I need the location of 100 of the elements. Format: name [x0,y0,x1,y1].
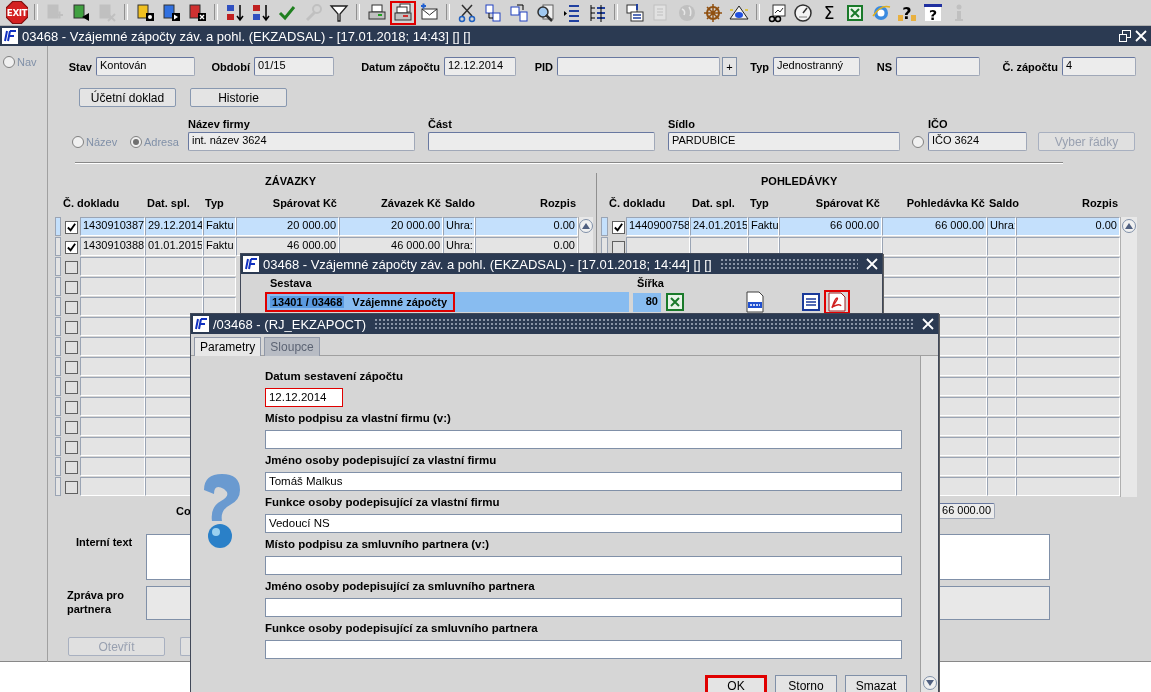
checkbox[interactable] [65,460,78,474]
table-cell: Faktu [203,217,236,236]
input-field[interactable]: IČO 3624 [928,132,1027,151]
row-marker[interactable] [55,217,61,236]
input-field[interactable]: Kontován [96,57,195,76]
scrollbar[interactable] [1120,217,1137,497]
input-field[interactable] [264,556,902,575]
document-cross-icon [187,2,207,23]
column-header: Pohledávka Kč [906,197,985,209]
row-marker[interactable] [55,337,61,356]
table-cell [80,377,145,396]
checkbox[interactable] [65,480,78,494]
exit-button[interactable]: EXIT [4,0,30,25]
search-icon [535,2,555,23]
row-marker[interactable] [55,417,61,436]
input-field[interactable] [896,57,980,76]
checkbox[interactable] [65,280,78,294]
report-row[interactable]: 13401 / 03468 Vzájemné zápočty [265,292,629,312]
row-marker[interactable] [55,397,61,416]
checkbox[interactable] [65,260,78,274]
filter-icon [329,2,349,23]
row-marker[interactable] [55,437,61,456]
restore-icon[interactable] [1119,30,1131,42]
row-marker[interactable] [55,277,61,296]
dialog-button[interactable]: Storno [775,675,837,692]
list-icon [561,2,581,23]
radio-button[interactable] [912,135,924,148]
checkbox[interactable] [611,220,625,234]
input-field[interactable]: 12.12.2014 [264,388,343,407]
input-field[interactable]: Jednostranný [773,57,860,76]
column-header: Závazek Kč [381,197,441,209]
action-button[interactable]: Účetní doklad [79,88,176,107]
printer-icon [367,2,387,23]
scroll-up-icon[interactable] [579,219,593,233]
checkbox[interactable] [65,320,78,334]
input-field[interactable] [428,132,655,151]
input-field[interactable]: 01/15 [254,57,334,76]
input-field[interactable]: PARDUBICE [668,132,900,151]
row-marker[interactable] [55,357,61,376]
table-cell [987,457,1016,476]
close-icon[interactable] [1135,30,1147,42]
checkbox[interactable] [611,240,625,254]
table-cell [987,357,1016,376]
table-cell: 20 000.00 [339,217,443,236]
window-title: /03468 - (RJ_EKZAPOCT) [213,316,367,332]
tab[interactable]: Parametry [194,337,262,356]
document-arrow-icon [71,2,91,23]
input-field[interactable]: 12.12.2014 [444,57,516,76]
row-marker[interactable] [601,217,608,236]
input-field[interactable] [264,598,902,617]
input-field[interactable] [557,57,720,76]
checkbox[interactable] [65,240,78,254]
width-field[interactable]: 80 [633,292,661,312]
table-cell [80,257,145,276]
row-marker[interactable] [55,237,61,256]
checkbox[interactable] [65,420,78,434]
scrollbar[interactable] [920,356,938,692]
action-button[interactable]: Historie [190,88,287,107]
row-marker[interactable] [55,377,61,396]
checkbox[interactable] [65,360,78,374]
close-icon[interactable] [866,258,878,270]
input-field[interactable]: Vedoucí NS [264,514,902,533]
export-button[interactable] [824,290,850,314]
input-field[interactable]: Tomáš Malkus [264,472,902,491]
import-icon [625,2,645,23]
row-marker[interactable] [55,317,61,336]
field-label: Funkce osoby podepisující za smluvního partnera [264,622,539,636]
input-field[interactable] [264,640,902,659]
table-title: ZÁVAZKY [265,175,317,187]
input-field[interactable] [264,430,902,449]
app-logo-icon [193,316,209,332]
field-label: Datum zápočtu [361,60,440,73]
print-report-button[interactable] [390,0,416,25]
scroll-down-icon[interactable] [922,676,937,690]
close-icon[interactable] [922,318,934,330]
checkbox[interactable] [65,380,78,394]
table-cell: 1430910387 [80,217,145,236]
totals-label: Co [176,505,191,517]
checkbox[interactable] [65,300,78,314]
table-cell [987,317,1016,336]
checkbox[interactable] [65,220,78,234]
field-label: Funkce osoby podepisující za vlastní firmu [264,496,501,510]
row-marker[interactable] [55,297,61,316]
sort-icon [251,2,271,23]
checkbox[interactable] [65,440,78,454]
add-button[interactable]: + [722,57,737,76]
checkbox[interactable] [65,340,78,354]
input-field[interactable]: 4 [1062,57,1136,76]
row-marker[interactable] [55,257,61,276]
checkbox[interactable] [65,400,78,414]
dialog-button[interactable]: Smazat [845,675,907,692]
dialog-button[interactable]: OK [705,675,767,692]
document-play-icon [161,2,181,23]
row-marker[interactable] [55,457,61,476]
window-title: 03468 - Vzájemné zápočty záv. a pohl. (EKZADSAL) - [17.01.2018; 14:44] [] [] [263,256,712,272]
table-cell [203,257,236,276]
input-field[interactable]: int. název 3624 [188,132,415,151]
row-marker[interactable] [55,477,61,496]
scroll-up-icon[interactable] [1122,219,1136,233]
column-header: Typ [205,197,224,209]
